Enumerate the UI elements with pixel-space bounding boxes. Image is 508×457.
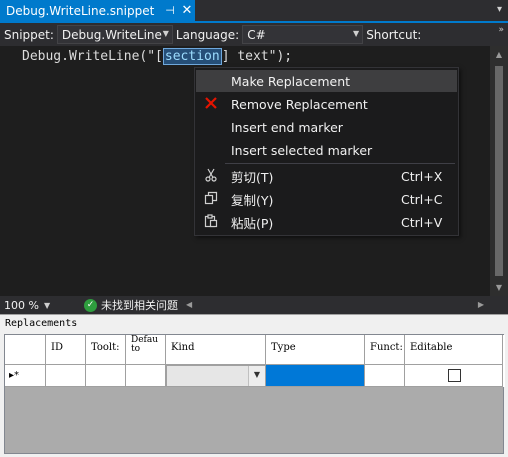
cell-function[interactable] [365, 365, 405, 387]
column-header-tooltip[interactable]: Toolt: [86, 335, 126, 365]
grid-header-row: ID Toolt: Defau to Kind Type Funct: Edit… [5, 335, 505, 365]
column-header-type[interactable]: Type [266, 335, 365, 365]
table-row[interactable]: ▸* ▼ [5, 365, 505, 387]
chevron-down-icon[interactable]: ▼ [248, 366, 265, 386]
cell-id[interactable] [46, 365, 86, 387]
replacements-panel: Replacements ID Toolt: Defau to Kind Typ… [0, 314, 508, 457]
chevron-down-icon: ▼ [353, 29, 360, 38]
context-menu: Make Replacement Remove Replacement Inse… [194, 67, 459, 236]
menu-separator [225, 163, 455, 164]
menu-item-label: 复制(Y) [231, 192, 274, 208]
chevron-down-icon[interactable]: ▼ [44, 301, 66, 310]
menu-item-label: Insert selected marker [231, 142, 373, 158]
menu-item-label: 剪切(T) [231, 169, 274, 185]
editor-vertical-scrollbar[interactable]: ▲ ▼ [490, 46, 508, 296]
cell-tooltip[interactable] [86, 365, 126, 387]
language-select-value: C# [247, 27, 266, 42]
menu-item-label: 粘贴(P) [231, 215, 274, 231]
cell-editable [405, 365, 503, 387]
code-selected-replacement[interactable]: section [162, 48, 222, 65]
toolbar-overflow-icon[interactable]: » [498, 25, 504, 35]
menu-item-copy[interactable]: 复制(Y) Ctrl+C [196, 188, 457, 210]
snippet-select[interactable]: Debug.WriteLine ▼ [56, 25, 173, 44]
code-text-before: Debug.WriteLine("[ [22, 49, 163, 64]
menu-item-insert-selected-marker[interactable]: Insert selected marker [196, 139, 457, 161]
row-indicator[interactable]: ▸* [5, 365, 46, 387]
menu-item-label: Make Replacement [231, 73, 351, 89]
shortcut-label: Shortcut: [366, 27, 422, 42]
menu-item-label: Insert end marker [231, 119, 343, 135]
copy-icon [202, 191, 220, 208]
remove-x-icon [202, 96, 220, 113]
menu-item-shortcut: Ctrl+X [401, 168, 443, 184]
column-header-id[interactable]: ID [46, 335, 86, 365]
close-icon[interactable]: ✕ [179, 3, 195, 18]
kind-combobox[interactable]: ▼ [166, 365, 266, 387]
scroll-right-icon[interactable]: ▶ [478, 300, 484, 309]
menu-item-insert-end-marker[interactable]: Insert end marker [196, 116, 457, 138]
scissors-icon [202, 168, 220, 185]
language-label: Language: [175, 27, 240, 42]
scroll-down-icon[interactable]: ▼ [490, 283, 508, 292]
editable-checkbox[interactable] [448, 369, 461, 382]
menu-item-paste[interactable]: 粘贴(P) Ctrl+V [196, 211, 457, 233]
menu-item-cut[interactable]: 剪切(T) Ctrl+X [196, 165, 457, 187]
chevron-down-icon: ▼ [162, 29, 169, 38]
pin-icon[interactable]: ⊣ [161, 4, 179, 17]
cell-default[interactable] [126, 365, 166, 387]
column-header-kind[interactable]: Kind [166, 335, 266, 365]
replacements-title: Replacements [5, 318, 78, 329]
code-text-after: ] text"); [221, 49, 293, 64]
tab-title: Debug.WriteLine.snippet [6, 3, 155, 18]
column-header-function[interactable]: Funct: [365, 335, 405, 365]
menu-item-remove-replacement[interactable]: Remove Replacement [196, 93, 457, 115]
column-header-default[interactable]: Defau to [126, 335, 166, 365]
code-line[interactable]: Debug.WriteLine("[section] text"); [22, 48, 293, 65]
check-circle-icon: ✓ [84, 298, 97, 312]
tab-list-dropdown-icon[interactable]: ▾ [497, 4, 502, 15]
document-tab-strip: Debug.WriteLine.snippet ⊣ ✕ ▾ [0, 0, 508, 23]
menu-item-make-replacement[interactable]: Make Replacement [196, 70, 457, 92]
menu-item-shortcut: Ctrl+C [401, 191, 443, 207]
menu-item-label: Remove Replacement [231, 96, 368, 112]
scroll-left-icon[interactable]: ◀ [186, 300, 192, 309]
replacements-grid: ID Toolt: Defau to Kind Type Funct: Edit… [4, 334, 505, 454]
zoom-level[interactable]: 100 % [0, 299, 44, 312]
snippet-select-value: Debug.WriteLine [61, 27, 162, 42]
editor-status-bar: 100 % ▼ ✓ 未找到相关问题 ◀ ▶ [0, 296, 508, 314]
row-header-corner [5, 335, 46, 365]
issues-status[interactable]: 未找到相关问题 [101, 297, 178, 313]
scrollbar-thumb[interactable] [495, 66, 503, 276]
paste-icon [202, 213, 220, 231]
snippet-toolbar: Snippet: Debug.WriteLine ▼ Language: C# … [0, 23, 508, 46]
editor-horizontal-scrollbar[interactable]: ◀ ▶ [180, 296, 508, 314]
cell-type-selected[interactable] [266, 365, 365, 387]
language-select[interactable]: C# ▼ [242, 25, 364, 44]
tab-debug-writeline-snippet[interactable]: Debug.WriteLine.snippet ⊣ ✕ [0, 0, 195, 21]
scroll-up-icon[interactable]: ▲ [490, 50, 508, 59]
column-header-editable[interactable]: Editable [405, 335, 503, 365]
menu-item-shortcut: Ctrl+V [401, 214, 443, 230]
snippet-label: Snippet: [4, 27, 54, 42]
